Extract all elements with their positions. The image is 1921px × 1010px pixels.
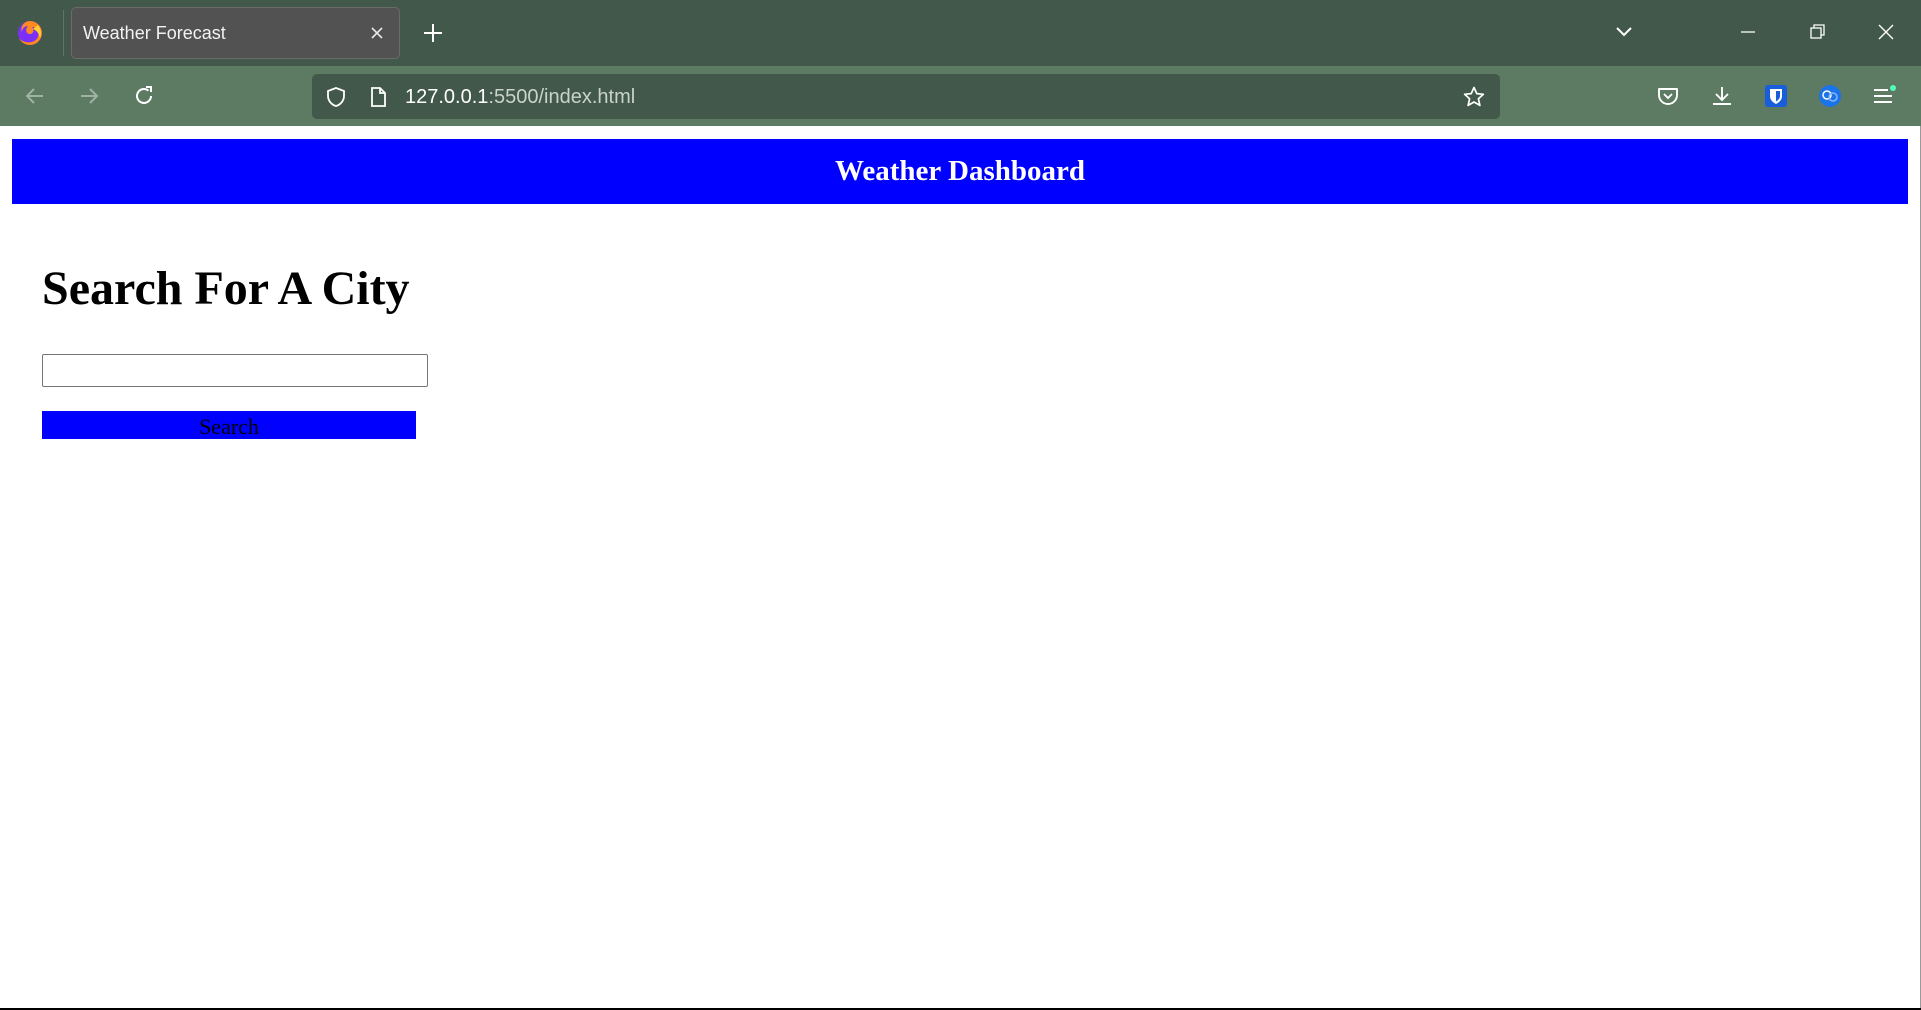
search-button[interactable]: Search (42, 411, 416, 439)
tab-title: Weather Forecast (83, 23, 226, 43)
star-icon[interactable] (1462, 85, 1486, 109)
hamburger-menu-icon[interactable] (1871, 83, 1897, 109)
search-heading: Search For A City (42, 262, 410, 315)
reload-icon[interactable] (132, 84, 156, 108)
close-icon[interactable] (1876, 22, 1896, 42)
back-arrow-icon[interactable] (23, 84, 47, 108)
page-header-title: Weather Dashboard (12, 139, 1908, 204)
browser-nav-bar: 127.0.0.1:5500/index.html (0, 66, 1921, 126)
translate-icon[interactable] (1817, 83, 1843, 109)
url-path: :5500/index.html (488, 86, 636, 108)
browser-tab-active[interactable]: Weather Forecast (71, 7, 400, 59)
bitwarden-shield-icon[interactable] (1763, 83, 1789, 109)
plus-icon[interactable] (422, 22, 444, 44)
chevron-down-icon[interactable] (1614, 22, 1634, 42)
tab-separator (63, 10, 64, 56)
minimize-icon[interactable] (1738, 22, 1758, 42)
url-host: 127.0.0.1 (405, 86, 489, 108)
page-viewport: Weather Dashboard Search For A City Sear… (0, 126, 1921, 1010)
shield-icon[interactable] (324, 85, 348, 109)
forward-arrow-icon[interactable] (77, 84, 101, 108)
document-icon[interactable] (366, 85, 390, 109)
pocket-icon[interactable] (1655, 83, 1681, 109)
restore-icon[interactable] (1807, 22, 1827, 42)
browser-tab-bar: Weather Forecast (0, 0, 1921, 66)
firefox-logo-icon[interactable] (14, 17, 46, 49)
city-search-input[interactable] (42, 354, 428, 387)
close-icon[interactable] (369, 25, 385, 41)
url-text[interactable]: 127.0.0.1:5500/index.html (405, 86, 635, 109)
download-icon[interactable] (1709, 83, 1735, 109)
url-bar[interactable]: 127.0.0.1:5500/index.html (312, 74, 1500, 119)
